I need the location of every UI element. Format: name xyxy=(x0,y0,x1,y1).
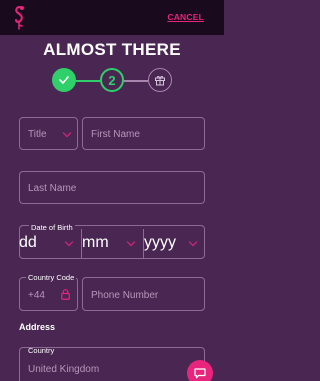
country-code-value: +44 xyxy=(28,290,45,301)
chevron-down-icon xyxy=(126,237,136,247)
chat-button[interactable] xyxy=(187,360,213,381)
check-icon xyxy=(59,76,69,84)
dob-month-value: mm xyxy=(82,234,109,251)
title-placeholder: Title xyxy=(28,129,47,140)
step-2-current: 2 xyxy=(100,68,124,92)
country-code-label: Country Code xyxy=(26,273,77,282)
dob-year-value: yyyy xyxy=(144,234,176,251)
dob-label: Date of Birth xyxy=(29,223,75,232)
cancel-link[interactable]: CANCEL xyxy=(167,12,204,22)
phone-number-field[interactable]: Phone Number xyxy=(82,277,205,311)
dob-day-value: dd xyxy=(19,234,37,251)
chevron-down-icon xyxy=(188,237,198,247)
address-heading: Address xyxy=(19,322,56,332)
country-field[interactable]: Country United Kingdom xyxy=(19,346,205,381)
step-connector-pending xyxy=(124,80,148,82)
page-title: ALMOST THERE xyxy=(43,40,181,59)
step-3-pending xyxy=(148,68,172,92)
last-name-field[interactable]: Last Name xyxy=(19,171,205,204)
chevron-down-icon xyxy=(62,128,72,138)
step-1-complete xyxy=(52,68,76,92)
chat-icon xyxy=(194,367,206,378)
progress-stepper: 2 xyxy=(52,68,172,94)
lock-icon xyxy=(61,289,70,300)
country-label: Country xyxy=(28,346,55,355)
dob-year-select[interactable]: yyyy xyxy=(144,234,205,258)
first-name-field[interactable]: First Name xyxy=(82,117,205,150)
step-connector-complete xyxy=(76,80,100,82)
first-name-placeholder: First Name xyxy=(91,129,140,140)
chevron-down-icon xyxy=(64,237,74,247)
dob-day-select[interactable]: dd xyxy=(19,234,81,258)
last-name-placeholder: Last Name xyxy=(28,183,77,194)
gift-icon xyxy=(155,75,165,86)
top-bar: CANCEL xyxy=(0,0,224,35)
flamingo-logo-icon[interactable] xyxy=(9,4,31,31)
country-value: United Kingdom xyxy=(28,364,100,375)
dob-month-select[interactable]: mm xyxy=(82,234,143,258)
title-select[interactable]: Title xyxy=(19,117,78,150)
phone-number-placeholder: Phone Number xyxy=(91,290,159,301)
country-code-field: Country Code +44 xyxy=(19,273,78,311)
